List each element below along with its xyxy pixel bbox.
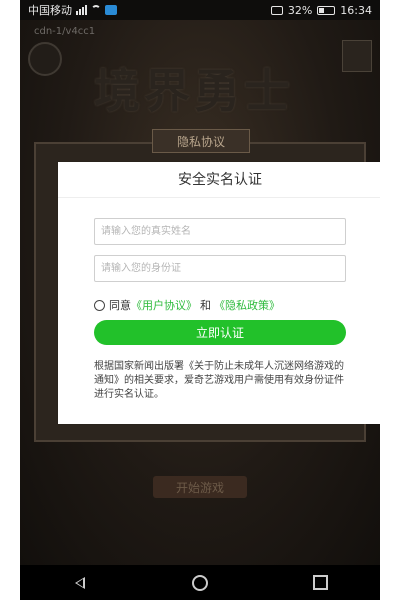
nfc-icon	[270, 5, 283, 15]
back-triangle-icon	[75, 576, 85, 589]
agree-radio[interactable]	[94, 299, 105, 311]
home-circle-icon	[192, 574, 208, 591]
game-menu-icon[interactable]	[28, 42, 62, 76]
privacy-policy-link[interactable]: 《隐私政策》	[214, 297, 280, 313]
real-name-input[interactable]	[94, 218, 346, 245]
nav-recent-button[interactable]	[300, 569, 340, 597]
verify-now-button[interactable]: 立即认证	[94, 320, 346, 345]
agreement-row: 同意 《用户协议》 和 《隐私政策》	[94, 297, 280, 313]
phone-screen: 中国移动 32% 16:34 cdn-1/v4cc1 境界勇士 隐私协议 开始游…	[20, 0, 380, 600]
nav-back-button[interactable]	[60, 569, 100, 597]
age-rating-icon	[342, 40, 372, 72]
id-number-input[interactable]	[94, 255, 346, 282]
clock: 16:34	[340, 3, 372, 17]
notification-icon	[105, 5, 117, 15]
dialog-title: 安全实名认证	[58, 162, 380, 198]
battery-icon	[317, 5, 336, 15]
start-game-button[interactable]: 开始游戏	[153, 476, 247, 498]
recent-square-icon	[312, 575, 328, 590]
agree-prefix: 同意	[109, 299, 131, 312]
notice-text: 根据国家新闻出版署《关于防止未成年人沉迷网络游戏的通知》的相关要求，爱奇艺游戏用…	[94, 361, 344, 400]
carrier-label: 中国移动	[28, 4, 72, 17]
signal-icon	[76, 5, 87, 15]
nav-home-button[interactable]	[180, 569, 220, 597]
game-logo: 境界勇士	[94, 64, 294, 118]
navigation-bar	[20, 565, 380, 600]
user-agreement-link[interactable]: 《用户协议》	[131, 297, 197, 313]
privacy-tab: 隐私协议	[152, 129, 250, 153]
wifi-icon	[91, 5, 101, 15]
agree-and: 和	[200, 299, 211, 312]
build-id: cdn-1/v4cc1	[34, 26, 96, 37]
status-bar: 中国移动 32% 16:34	[20, 0, 380, 20]
battery-percent: 32%	[287, 3, 313, 17]
realname-dialog: 安全实名认证 同意 《用户协议》 和 《隐私政策》 立即认证 根据国家新闻出版署…	[58, 162, 380, 424]
